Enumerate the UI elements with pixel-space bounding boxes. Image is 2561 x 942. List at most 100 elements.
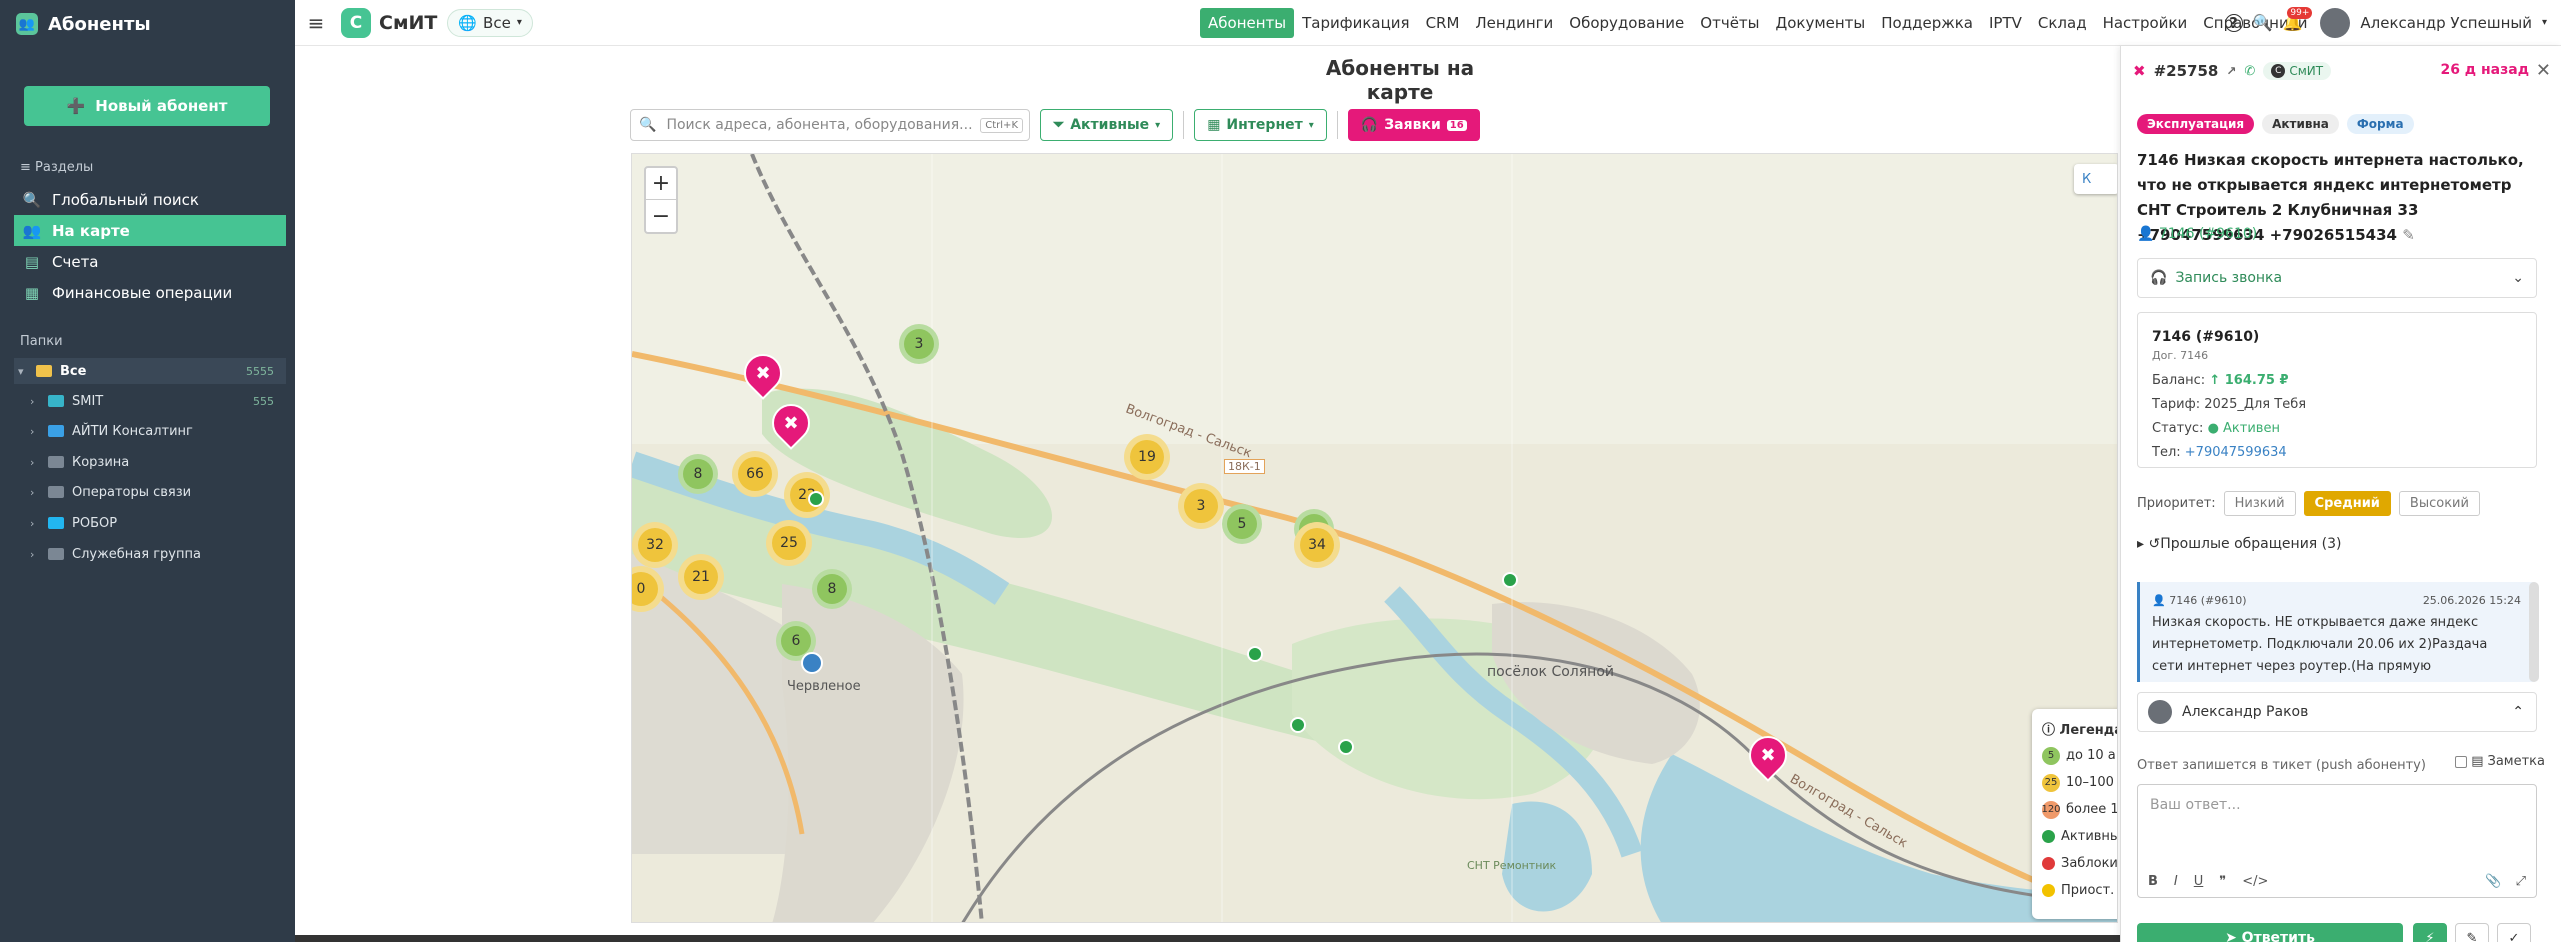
notifications-icon[interactable]: 🔔 99+: [2282, 7, 2313, 32]
note-checkbox[interactable]: ▤ Заметка: [2455, 754, 2545, 769]
cluster-count: 8: [683, 459, 713, 489]
map[interactable]: + − К Волгоград - Сальск 18К-1 Волгоград…: [631, 153, 2118, 923]
grid-icon: ▦: [1207, 117, 1221, 133]
cluster-marker[interactable]: 21: [678, 554, 724, 600]
reply-textarea[interactable]: Ваш ответ... B I U ❞ </> 📎 ⤢: [2137, 784, 2537, 898]
requests-button[interactable]: 🎧 Заявки 16: [1347, 109, 1480, 141]
subscriber-link[interactable]: 👤 7146 (#9610): [2137, 226, 2257, 242]
subscriber-marker[interactable]: [1338, 739, 1354, 755]
attach-icon[interactable]: 📎: [2485, 874, 2501, 889]
search-input[interactable]: 🔍 Поиск адреса, абонента, оборудования...…: [630, 109, 1030, 141]
sidebar-item-finance[interactable]: ▦ Финансовые операции: [14, 277, 286, 308]
subscriber-marker[interactable]: [1502, 572, 1518, 588]
account-tariff: Тариф: 2025_Для Тебя: [2152, 397, 2307, 412]
resolve-button[interactable]: ✓: [2497, 923, 2531, 942]
zoom-out-button[interactable]: −: [646, 200, 676, 232]
nav-item[interactable]: IPTV: [1981, 8, 2030, 38]
brand[interactable]: C СмИТ: [341, 7, 437, 38]
cluster-marker[interactable]: 3: [1178, 483, 1224, 529]
italic-icon[interactable]: I: [2174, 874, 2178, 889]
avatar[interactable]: [2320, 7, 2351, 38]
checkbox[interactable]: [2455, 755, 2468, 768]
close-icon[interactable]: ✕: [2536, 60, 2551, 81]
past-requests-toggle[interactable]: ▸ ↺Прошлые обращения (3): [2137, 536, 2342, 552]
cluster-marker[interactable]: 8: [678, 454, 718, 494]
cluster-marker[interactable]: 66: [732, 451, 778, 497]
nav-item[interactable]: Лендинги: [1467, 8, 1561, 38]
menu-icon[interactable]: ≡: [301, 11, 331, 35]
help-icon[interactable]: ?: [2224, 13, 2243, 32]
ticket-id[interactable]: #25758: [2154, 62, 2219, 80]
nav-item[interactable]: Оборудование: [1561, 8, 1692, 38]
sidebar-item-invoices[interactable]: ▤ Счета: [14, 246, 286, 277]
search-icon[interactable]: 🔍: [2253, 13, 2273, 32]
nav-item[interactable]: Документы: [1768, 8, 1874, 38]
new-subscriber-button[interactable]: ➕ Новый абонент: [24, 86, 270, 126]
ticket-tag[interactable]: Форма: [2346, 114, 2414, 134]
ticket-tags: Эксплуатация Активна Форма: [2137, 114, 2414, 134]
filter-status-button[interactable]: ⏷ Активные ▾: [1040, 109, 1174, 141]
subscriber-marker[interactable]: [1247, 646, 1263, 662]
cluster-marker[interactable]: 8: [812, 569, 852, 609]
cluster-marker[interactable]: 34: [1294, 522, 1340, 568]
nav-item[interactable]: Настройки: [2095, 8, 2196, 38]
nav-item[interactable]: Склад: [2030, 8, 2095, 38]
cluster-marker[interactable]: 5: [1222, 504, 1262, 544]
cluster-marker[interactable]: 3: [899, 324, 939, 364]
ticket-tag[interactable]: Активна: [2262, 114, 2339, 134]
folder-operators[interactable]: › Операторы связи: [30, 480, 191, 504]
nav-item[interactable]: Поддержка: [1873, 8, 1981, 38]
subscriber-marker[interactable]: [1290, 717, 1306, 733]
sidebar-item-global-search[interactable]: 🔍 Глобальный поиск: [14, 184, 286, 215]
folder-icon: [48, 456, 64, 468]
call-record-toggle[interactable]: 🎧 Запись звонка ⌄: [2137, 258, 2537, 298]
chevron-down-icon: ▾: [1155, 119, 1161, 131]
scope-select[interactable]: 🌐 Все ▾: [447, 8, 533, 37]
external-link-icon[interactable]: ↗: [2226, 64, 2236, 78]
folder-smit[interactable]: › SMIT 555: [30, 389, 286, 413]
send-reply-button[interactable]: ➤ Ответить: [2137, 923, 2403, 942]
nav-item[interactable]: Отчёты: [1692, 8, 1767, 38]
folder-robor[interactable]: › РОБОР: [30, 511, 117, 535]
zoom-in-button[interactable]: +: [646, 168, 676, 200]
cluster-marker[interactable]: 19: [1124, 434, 1170, 480]
map-base: [632, 154, 2117, 922]
equipment-marker[interactable]: [801, 652, 823, 674]
priority-low-button[interactable]: Низкий: [2223, 491, 2296, 516]
assignee-select[interactable]: Александр Раков ⌃: [2137, 692, 2537, 732]
phone-icon[interactable]: ✆: [2244, 64, 2255, 79]
edit-button[interactable]: ✎: [2455, 923, 2489, 942]
code-icon[interactable]: </>: [2242, 874, 2268, 889]
bold-icon[interactable]: B: [2148, 874, 2158, 889]
expand-icon[interactable]: ⤢: [2516, 874, 2526, 889]
sidebar-item-map[interactable]: 👥 На карте: [14, 215, 286, 246]
folder-trash[interactable]: › Корзина: [30, 450, 129, 474]
headset-icon: 🎧: [2150, 270, 2168, 286]
nav-item[interactable]: Тарификация: [1294, 8, 1417, 38]
cluster-marker[interactable]: 32: [632, 522, 678, 568]
underline-icon[interactable]: U: [2194, 874, 2204, 889]
priority-medium-button[interactable]: Средний: [2303, 491, 2391, 516]
subscriber-marker[interactable]: [808, 491, 824, 507]
send-options-button[interactable]: ⚡: [2413, 923, 2447, 942]
message-scrollbar[interactable]: [2529, 582, 2539, 682]
phone-link[interactable]: +79047599634: [2185, 445, 2287, 460]
nav-item[interactable]: Абоненты: [1200, 7, 1295, 38]
cluster-count: 25: [772, 526, 806, 560]
quote-icon[interactable]: ❞: [2219, 874, 2226, 889]
priority-selector: Приоритет: Низкий Средний Высокий: [2137, 491, 2480, 516]
folder-service[interactable]: › Служебная группа: [30, 542, 201, 566]
folder-it-consulting[interactable]: › АЙТИ Консалтинг: [30, 419, 193, 443]
folder-all[interactable]: ▾ Все 5555: [18, 359, 286, 383]
cluster-count: 0: [632, 572, 658, 606]
ticket-tag[interactable]: Эксплуатация: [2137, 114, 2255, 134]
priority-high-button[interactable]: Высокий: [2398, 491, 2480, 516]
history-icon: ↺: [2148, 536, 2161, 552]
user-name[interactable]: Александр Успешный: [2360, 14, 2532, 32]
edit-icon[interactable]: ✎: [2402, 226, 2415, 244]
folder-icon: [36, 365, 52, 377]
nav-item[interactable]: CRM: [1418, 8, 1468, 38]
cluster-marker[interactable]: 25: [766, 520, 812, 566]
filter-service-button[interactable]: ▦ Интернет ▾: [1194, 109, 1327, 141]
map-layers-button[interactable]: К: [2074, 164, 2117, 194]
